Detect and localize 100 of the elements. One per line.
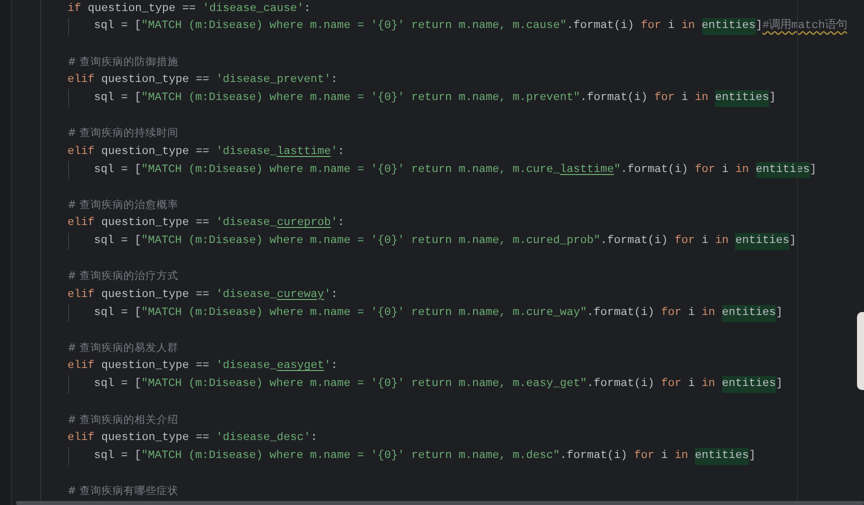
keyword: in	[702, 376, 716, 392]
code-text: ]	[776, 376, 783, 392]
code-text: :	[330, 288, 338, 303]
keyword: for	[674, 234, 695, 250]
keyword: in	[715, 234, 730, 250]
code-comment: # 查询疾病的治疗方式	[68, 269, 179, 284]
code-text: ]	[748, 448, 756, 464]
string-literal: "MATCH (m:Disease) where m.name = '{0}' return m.name, m.desc"	[141, 448, 560, 464]
code-text: .format(i)	[620, 162, 690, 178]
code-text: ]	[789, 234, 796, 250]
code-text: i	[687, 376, 696, 392]
code-text: sql = [	[94, 18, 142, 34]
highlighted-identifier: entities	[735, 233, 790, 250]
code-text: i	[660, 448, 669, 464]
keyword: elif	[68, 72, 95, 88]
highlighted-identifier: entities	[722, 376, 776, 394]
code-comment: # 查询疾病的相关介绍	[68, 412, 179, 428]
code-text: .format(i)	[560, 448, 628, 464]
code-text: sql = [	[94, 376, 142, 392]
code-text: sql = [	[94, 90, 142, 106]
code-text: question_type ==	[100, 430, 210, 446]
code-text: i	[720, 162, 730, 178]
code-text: i	[687, 306, 696, 321]
highlighted-identifier: entities	[694, 448, 749, 465]
code-comment: # 查询疾病有哪些症状	[68, 484, 179, 500]
keyword: for	[640, 18, 662, 34]
keyword: elif	[68, 216, 95, 232]
code-text: question_type ==	[100, 72, 210, 88]
code-text: :	[330, 73, 338, 88]
code-text: i	[700, 234, 710, 250]
spelling-underlined-word: lasttime	[276, 144, 331, 160]
code-text: i	[666, 18, 676, 34]
code-text: .format(i)	[586, 376, 656, 392]
code-text: .format(i)	[586, 306, 656, 321]
horizontal-scrollbar[interactable]	[16, 501, 864, 505]
keyword: for	[654, 90, 675, 106]
highlighted-identifier: entities	[756, 162, 810, 178]
code-text: ]	[756, 18, 762, 34]
keyword: for	[661, 306, 682, 321]
code-text: sql = [	[94, 448, 142, 464]
string-literal: "	[614, 162, 621, 178]
code-text: sql = [	[94, 306, 142, 321]
string-literal: '	[330, 144, 338, 160]
spelling-underlined-word: lasttime	[560, 162, 614, 178]
keyword: in	[681, 18, 696, 34]
highlighted-identifier: entities	[715, 90, 770, 107]
code-text: .format(i)	[566, 18, 636, 34]
string-literal: "MATCH (m:Disease) where m.name = '{0}' return m.name, m.cause"	[141, 18, 567, 34]
keyword: if	[68, 2, 82, 16]
spelling-underlined-word: cureway	[276, 288, 324, 303]
code-comment: # 查询疾病的防御措施	[68, 54, 179, 70]
code-text: sql = [	[94, 162, 142, 178]
string-literal: 'disease_	[216, 358, 277, 374]
string-literal: 'disease_	[216, 144, 277, 160]
keyword: for	[694, 162, 716, 178]
string-literal: 'disease_desc'	[216, 430, 311, 446]
code-text: sql = [	[94, 234, 142, 250]
keyword: in	[694, 90, 710, 106]
code-text: question_type ==	[100, 358, 210, 374]
keyword: for	[661, 376, 682, 392]
code-comment: # 查询疾病的治愈概率	[68, 198, 179, 213]
string-literal: "MATCH (m:Disease) where m.name = '{0}' return m.name, m.cure_	[141, 162, 560, 178]
code-text: question_type ==	[86, 2, 197, 16]
highlighted-identifier: entities	[722, 304, 776, 322]
highlighted-identifier: entities	[702, 18, 756, 36]
code-text: :	[338, 216, 344, 232]
string-literal: "MATCH (m:Disease) where m.name = '{0}' return m.name, m.cured_prob"	[141, 234, 600, 250]
string-literal: 'disease_prevent'	[216, 72, 331, 88]
code-text: .format(i)	[600, 234, 669, 250]
code-text: :	[338, 144, 344, 160]
code-text: .format(i)	[580, 90, 649, 106]
code-text: question_type ==	[100, 216, 210, 232]
keyword: elif	[68, 144, 95, 160]
code-text: :	[330, 359, 338, 374]
string-literal: "MATCH (m:Disease) where m.name = '{0}' return m.name, m.cure_way"	[141, 306, 587, 321]
code-text: i	[680, 90, 690, 106]
string-literal: 'disease_cause'	[202, 2, 304, 16]
code-comment: # 查询疾病的持续时间	[68, 126, 179, 142]
keyword: elif	[68, 358, 95, 374]
warning-comment: #调用match语句	[762, 18, 847, 34]
keyword: in	[674, 448, 690, 464]
keyword: in	[735, 162, 750, 178]
string-literal: "MATCH (m:Disease) where m.name = '{0}' return m.name, m.prevent"	[141, 90, 580, 106]
string-literal: '	[324, 358, 331, 374]
string-literal: '	[324, 288, 331, 303]
code-text: question_type ==	[100, 144, 210, 160]
code-text: ]	[769, 90, 776, 106]
code-text: question_type ==	[100, 288, 210, 303]
string-literal: '	[330, 216, 338, 232]
keyword: elif	[68, 288, 95, 303]
code-text: :	[310, 430, 318, 446]
spelling-underlined-word: easyget	[276, 360, 324, 374]
code-text: ]	[776, 306, 783, 321]
keyword: elif	[68, 430, 95, 446]
string-literal: 'disease_	[216, 288, 277, 303]
spelling-underlined-word: cureprob	[276, 216, 331, 232]
code-text: :	[304, 2, 311, 16]
code-comment: # 查询疾病的易发人群	[68, 340, 179, 356]
code-text: ]	[810, 162, 816, 178]
string-literal: 'disease_	[216, 216, 277, 232]
